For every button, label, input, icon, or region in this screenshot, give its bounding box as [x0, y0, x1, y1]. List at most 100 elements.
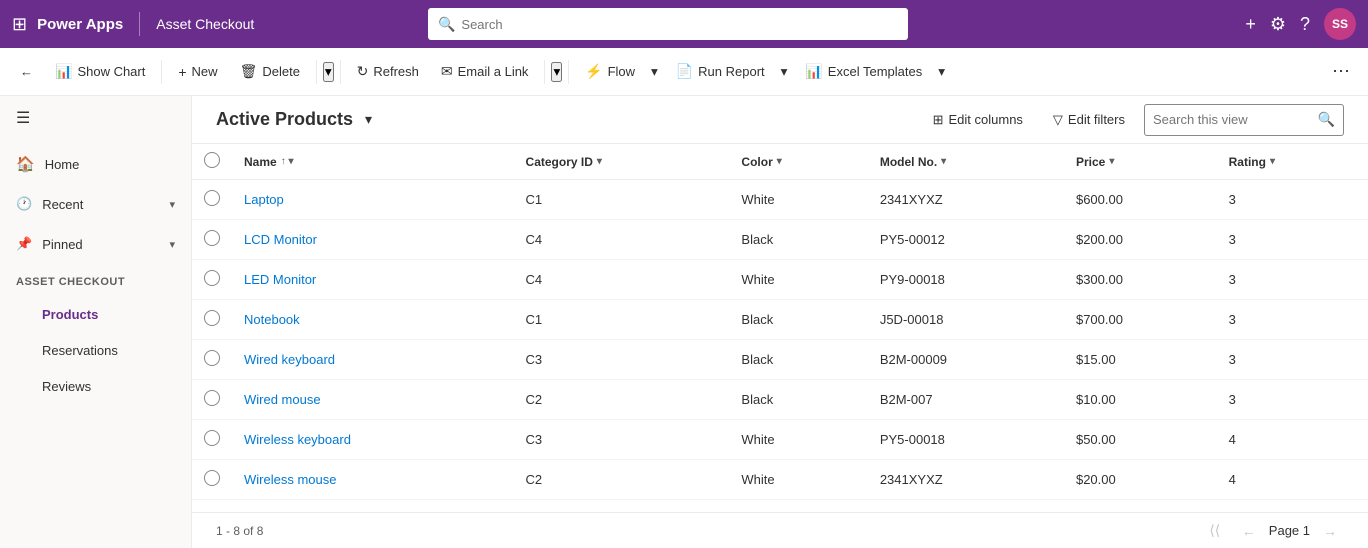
sidebar-toggle-button[interactable]: ☰ [0, 96, 191, 140]
next-page-button[interactable]: → [1316, 517, 1344, 545]
search-view[interactable]: 🔍 [1144, 104, 1344, 136]
row-rating: 3 [1217, 260, 1368, 300]
flow-button[interactable]: ⚡ Flow [575, 54, 645, 90]
row-model-no: PY5-00018 [868, 420, 1064, 460]
delete-dropdown-button[interactable]: ▾ [323, 62, 334, 82]
pagination: ⟨⟨ ← Page 1 → [1201, 517, 1344, 545]
row-checkbox-cell[interactable] [192, 300, 232, 340]
row-checkbox-cell[interactable] [192, 340, 232, 380]
run-report-button[interactable]: 📄 Run Report [666, 54, 775, 90]
sidebar-item-recent[interactable]: 🕐 Recent ▾ [0, 184, 191, 224]
sidebar-item-pinned[interactable]: 📌 Pinned ▾ [0, 224, 191, 264]
row-color: White [729, 260, 867, 300]
edit-columns-button[interactable]: ⊞ Edit columns [922, 104, 1034, 136]
help-icon[interactable]: ? [1300, 14, 1310, 35]
row-name[interactable]: Laptop [232, 180, 514, 220]
row-price: $300.00 [1064, 260, 1217, 300]
back-button[interactable]: ← [10, 54, 43, 90]
row-category-id: C1 [514, 300, 730, 340]
new-button[interactable]: + New [168, 54, 227, 90]
row-category-id: C3 [514, 340, 730, 380]
content-title-dropdown-icon[interactable]: ▾ [365, 111, 372, 128]
email-dropdown-button[interactable]: ▾ [551, 62, 562, 82]
row-checkbox[interactable] [204, 190, 220, 206]
row-checkbox[interactable] [204, 390, 220, 406]
row-checkbox[interactable] [204, 310, 220, 326]
email-link-button[interactable]: ✉ Email a Link [431, 54, 539, 90]
column-header-color[interactable]: Color ▾ [729, 144, 867, 180]
flow-dropdown-button[interactable]: ▾ [645, 54, 664, 90]
row-price: $10.00 [1064, 380, 1217, 420]
row-rating: 3 [1217, 220, 1368, 260]
row-name[interactable]: Wireless keyboard [232, 420, 514, 460]
new-dropdown: + New [168, 54, 227, 90]
row-model-no: B2M-00009 [868, 340, 1064, 380]
select-all-checkbox[interactable] [204, 152, 220, 168]
products-table: Name ↑ ▾ Category ID ▾ C [192, 144, 1368, 500]
add-icon[interactable]: + [1245, 14, 1256, 35]
row-checkbox-cell[interactable] [192, 380, 232, 420]
row-category-id: C1 [514, 180, 730, 220]
prev-page-button[interactable]: ← [1235, 517, 1263, 545]
sidebar-item-home[interactable]: 🏠 Home [0, 144, 191, 184]
edit-filters-button[interactable]: ▽ Edit filters [1042, 104, 1136, 136]
row-price: $700.00 [1064, 300, 1217, 340]
row-checkbox-cell[interactable] [192, 460, 232, 500]
column-header-model-no[interactable]: Model No. ▾ [868, 144, 1064, 180]
row-name[interactable]: LED Monitor [232, 260, 514, 300]
row-checkbox-cell[interactable] [192, 180, 232, 220]
toolbar-separator-3 [340, 60, 341, 84]
row-checkbox-cell[interactable] [192, 420, 232, 460]
row-checkbox[interactable] [204, 230, 220, 246]
row-color: Black [729, 300, 867, 340]
run-report-dropdown-button[interactable]: ▾ [775, 54, 794, 90]
grid-icon[interactable]: ⊞ [12, 14, 27, 35]
pinned-icon: 📌 [16, 236, 32, 252]
row-name[interactable]: Wired mouse [232, 380, 514, 420]
content-title: Active Products [216, 109, 353, 130]
row-name[interactable]: Wired keyboard [232, 340, 514, 380]
column-header-price[interactable]: Price ▾ [1064, 144, 1217, 180]
user-avatar[interactable]: SS [1324, 8, 1356, 40]
search-view-input[interactable] [1153, 112, 1312, 127]
refresh-button[interactable]: ↻ Refresh [347, 54, 429, 90]
nav-right-actions: + ⚙ ? SS [1245, 8, 1356, 40]
column-header-category-id[interactable]: Category ID ▾ [514, 144, 730, 180]
more-options-button[interactable]: ⋯ [1324, 54, 1358, 90]
recent-chevron-icon: ▾ [169, 198, 175, 211]
settings-icon[interactable]: ⚙ [1270, 14, 1286, 35]
recent-icon: 🕐 [16, 196, 32, 212]
select-all-header[interactable] [192, 144, 232, 180]
show-chart-button[interactable]: 📊 Show Chart [45, 54, 155, 90]
column-header-rating[interactable]: Rating ▾ [1217, 144, 1368, 180]
row-name[interactable]: Wireless mouse [232, 460, 514, 500]
row-checkbox[interactable] [204, 270, 220, 286]
excel-templates-dropdown-button[interactable]: ▾ [932, 54, 951, 90]
table-row: Wireless mouse C2 White 2341XYXZ $20.00 … [192, 460, 1368, 500]
first-page-button[interactable]: ⟨⟨ [1201, 517, 1229, 545]
global-search[interactable]: 🔍 [428, 8, 908, 40]
excel-templates-button[interactable]: 📊 Excel Templates [795, 54, 932, 90]
row-checkbox[interactable] [204, 350, 220, 366]
row-category-id: C4 [514, 260, 730, 300]
sidebar-item-products[interactable]: Products [0, 296, 191, 332]
row-name[interactable]: Notebook [232, 300, 514, 340]
row-rating: 3 [1217, 300, 1368, 340]
sidebar-item-reviews[interactable]: Reviews [0, 368, 191, 404]
row-checkbox-cell[interactable] [192, 260, 232, 300]
row-checkbox[interactable] [204, 470, 220, 486]
rating-sort-icon: ▾ [1270, 156, 1275, 167]
row-checkbox[interactable] [204, 430, 220, 446]
delete-button[interactable]: 🗑 Delete [230, 54, 310, 90]
global-search-input[interactable] [461, 17, 898, 32]
table-row: Wireless keyboard C3 White PY5-00018 $50… [192, 420, 1368, 460]
search-view-icon: 🔍 [1318, 111, 1335, 128]
sidebar-item-reservations[interactable]: Reservations [0, 332, 191, 368]
row-category-id: C2 [514, 380, 730, 420]
row-checkbox-cell[interactable] [192, 220, 232, 260]
email-icon: ✉ [441, 63, 453, 80]
sidebar-section-label: Asset Checkout [0, 268, 191, 292]
column-header-name[interactable]: Name ↑ ▾ [232, 144, 514, 180]
row-name[interactable]: LCD Monitor [232, 220, 514, 260]
toolbar-separator-2 [316, 60, 317, 84]
